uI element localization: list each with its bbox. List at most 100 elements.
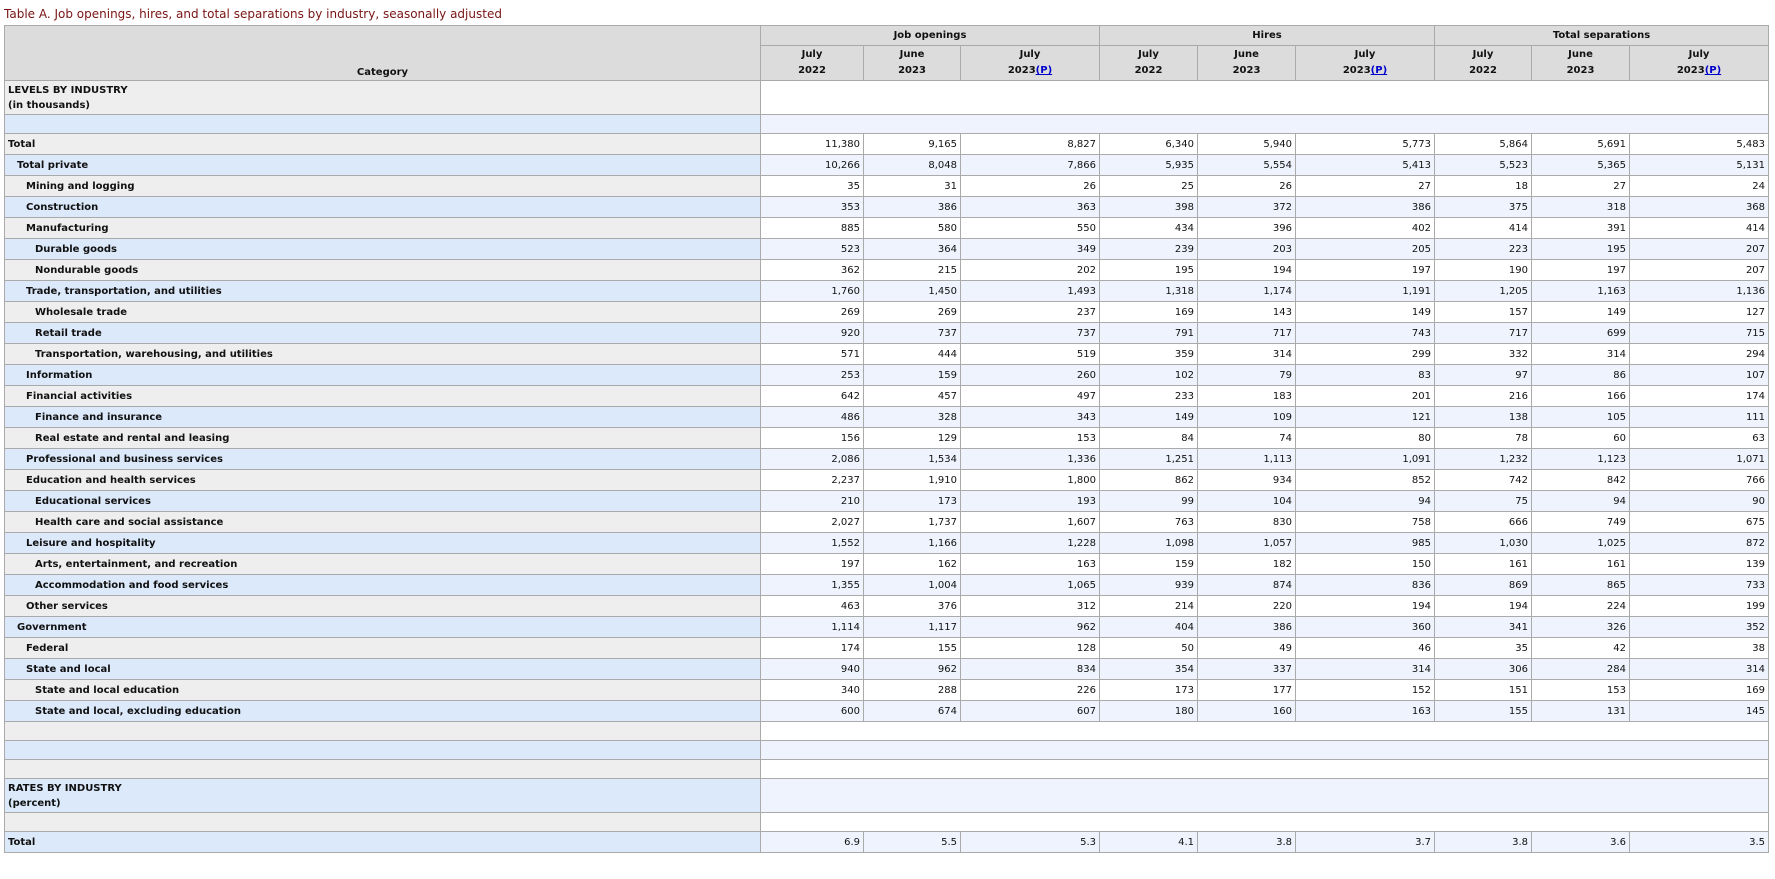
value-cell: 354 [1099,658,1198,680]
value-cell: 5,773 [1295,133,1435,155]
value-cell: 375 [1434,196,1532,218]
value-cell: 962 [960,616,1100,638]
job-openings-period-header: July 2023(P) [960,45,1100,81]
value-cell: 5,483 [1628,133,1770,155]
table-row: Government 1,114 1,117 962 404 386 360 341 326 35… [4,616,1770,638]
value-cell: 1,098 [1099,532,1198,554]
value-cell: 1,737 [863,511,961,533]
value-cell: 173 [1099,679,1198,701]
value-cell: 742 [1434,469,1532,491]
spacer-row [4,812,1770,832]
value-cell: 105 [1531,406,1630,428]
industry-label: Manufacturing [4,217,761,239]
total-separations-period-header: July 2023(P) [1628,45,1770,81]
value-cell: 733 [1628,574,1770,596]
value-cell: 215 [863,259,961,281]
value-cell: 3.6 [1531,831,1630,853]
table-row: Trade, transportation, and utilities 1,76… [4,280,1770,302]
value-cell: 830 [1197,511,1296,533]
table-row: Information 253 159 260 102 79 83 97 86 107 [4,364,1770,386]
value-cell: 332 [1434,343,1532,365]
value-cell: 194 [1197,259,1296,281]
value-cell: 5,691 [1531,133,1630,155]
value-cell: 869 [1434,574,1532,596]
value-cell: 27 [1295,175,1435,197]
section-title-line2: (percent) [8,797,61,809]
table-row: Financial activities 642 457 497 233 183 201 21… [4,385,1770,407]
table-row: Education and health services 2,237 1,910 1… [4,469,1770,491]
value-cell: 27 [1531,175,1630,197]
value-cell: 715 [1628,322,1770,344]
table-row: State and local education 340 288 226 173 177… [4,679,1770,701]
value-cell: 368 [1628,196,1770,218]
value-cell: 1,163 [1531,280,1630,302]
value-cell: 1,091 [1295,448,1435,470]
value-cell: 97 [1434,364,1532,386]
value-cell: 194 [1295,595,1435,617]
value-cell: 162 [863,553,961,575]
value-cell: 717 [1197,322,1296,344]
value-cell: 224 [1531,595,1630,617]
value-cell: 1,136 [1628,280,1770,302]
job-openings-period-header: July 2022 [760,45,864,81]
value-cell: 237 [960,301,1100,323]
value-cell: 205 [1295,238,1435,260]
industry-label: Nondurable goods [4,259,761,281]
value-cell: 201 [1295,385,1435,407]
value-cell: 872 [1628,532,1770,554]
value-cell: 1,071 [1628,448,1770,470]
value-cell: 299 [1295,343,1435,365]
value-cell: 1,228 [960,532,1100,554]
total-separations-group-header: Total separations [1433,25,1770,46]
period-month: July [1138,49,1159,60]
value-cell: 207 [1628,238,1770,260]
value-cell: 75 [1434,490,1532,512]
value-cell: 5.3 [960,831,1100,853]
value-cell: 190 [1434,259,1532,281]
section-title-line2: (in thousands) [8,99,90,111]
period-year: 2022 [1134,65,1163,76]
value-cell: 391 [1531,217,1630,239]
value-cell: 571 [760,343,864,365]
value-cell: 11,380 [760,133,864,155]
value-cell: 138 [1434,406,1532,428]
industry-label: Total [4,133,761,155]
value-cell: 1,113 [1197,448,1296,470]
value-cell: 128 [960,637,1100,659]
value-cell: 107 [1628,364,1770,386]
value-cell: 1,607 [960,511,1100,533]
value-cell: 1,760 [760,280,864,302]
value-cell: 35 [760,175,864,197]
section-title-line1: LEVELS BY INDUSTRY [8,84,128,96]
value-cell: 174 [760,637,864,659]
table-row: State and local 940 962 834 354 337 314 306 284 3… [4,658,1770,680]
value-cell: 180 [1099,700,1198,722]
preliminary-footnote-link[interactable]: (P) [1705,65,1721,76]
value-cell: 169 [1099,301,1198,323]
value-cell: 127 [1628,301,1770,323]
preliminary-footnote-link[interactable]: (P) [1371,65,1387,76]
table-row: Durable goods 523 364 349 239 203 205 223 195 207 [4,238,1770,260]
value-cell: 6.9 [760,831,864,853]
value-cell: 8,827 [960,133,1100,155]
total-separations-period-header: June 2023 [1531,45,1630,81]
value-cell: 580 [863,217,961,239]
spacer-cell [4,812,761,832]
value-cell: 314 [1628,658,1770,680]
industry-label: Education and health services [4,469,761,491]
value-cell: 149 [1531,301,1630,323]
period-year: 2023 [898,65,926,76]
table-row: Health care and social assistance 2,027 1,… [4,511,1770,533]
value-cell: 328 [863,406,961,428]
value-cell: 46 [1295,637,1435,659]
value-cell: 314 [1197,343,1296,365]
value-cell: 131 [1531,700,1630,722]
value-cell: 169 [1628,679,1770,701]
industry-label: Finance and insurance [4,406,761,428]
value-cell: 226 [960,679,1100,701]
value-cell: 2,086 [760,448,864,470]
preliminary-footnote-link[interactable]: (P) [1036,65,1052,76]
value-cell: 457 [863,385,961,407]
table-row: Mining and logging 35 31 26 25 26 27 18 27 24 [4,175,1770,197]
value-cell: 743 [1295,322,1435,344]
